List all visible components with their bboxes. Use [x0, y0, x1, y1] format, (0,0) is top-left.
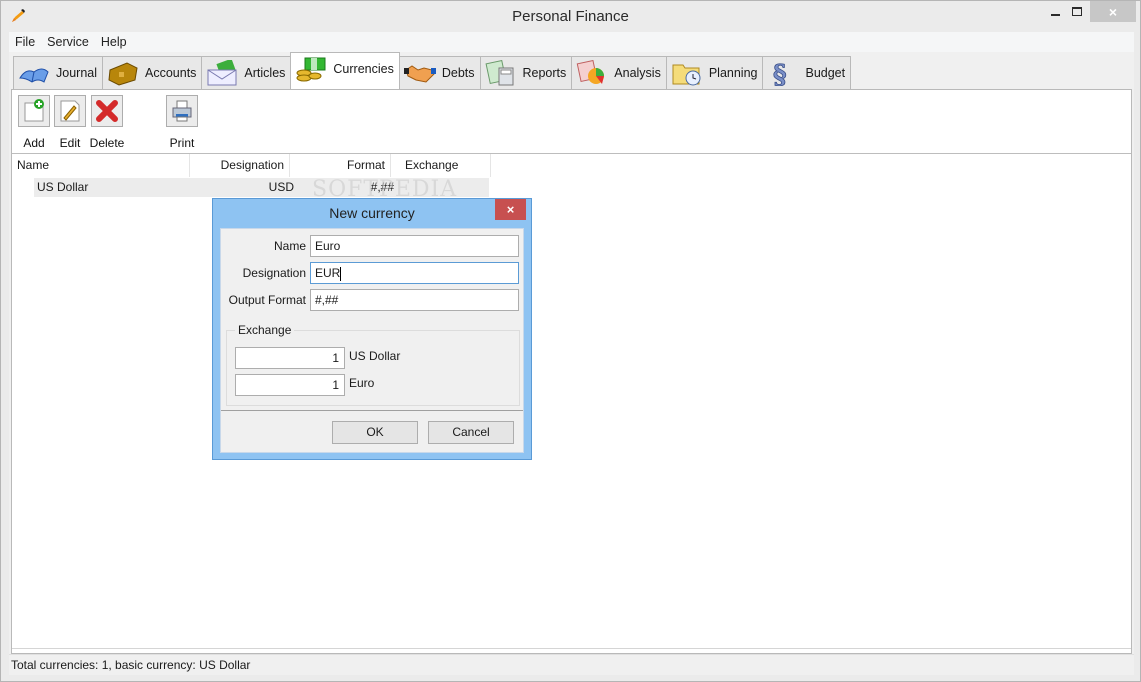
client-area: File Service Help Journal Accounts Artic…	[9, 32, 1134, 675]
tab-currencies[interactable]: Currencies	[290, 52, 400, 89]
exchange-eur-label: Euro	[349, 376, 375, 390]
add-document-icon	[24, 99, 44, 122]
pie-chart-icon	[576, 60, 605, 84]
tab-analysis[interactable]: Analysis	[571, 56, 667, 89]
grid-header: Name Designation Format Exchange rates	[12, 154, 491, 195]
new-currency-dialog: New currency × Name Euro Designation EUR…	[212, 198, 532, 460]
dialog-title: New currency	[329, 205, 415, 221]
cell-format: #,##	[370, 180, 394, 194]
tab-debts[interactable]: Debts	[398, 56, 481, 89]
svg-text:§: §	[773, 60, 787, 86]
exchange-usd-input[interactable]: 1	[235, 347, 345, 369]
menu-file[interactable]: File	[9, 35, 41, 49]
tab-accounts[interactable]: Accounts	[102, 56, 203, 89]
status-bar: Total currencies: 1, basic currency: US …	[9, 654, 1134, 674]
window-title: Personal Finance	[512, 8, 629, 25]
folder-clock-icon	[672, 64, 701, 86]
book-icon	[19, 68, 49, 83]
cell-name: US Dollar	[37, 180, 89, 194]
money-coins-icon	[296, 57, 326, 82]
edit-button[interactable]	[54, 95, 86, 127]
tab-articles[interactable]: Articles	[201, 56, 292, 89]
maximize-button[interactable]	[1060, 1, 1094, 22]
column-header-exchange-rates[interactable]: Exchange rates	[391, 154, 491, 195]
tab-label: Currencies	[333, 62, 394, 76]
app-window: Personal Finance × File Service Help Jou…	[0, 0, 1141, 682]
dialog-body: Name Euro Designation EUR Output Format …	[220, 228, 524, 453]
printer-icon	[172, 100, 192, 122]
tab-label: Debts	[441, 66, 475, 80]
tab-label: Articles	[244, 66, 286, 80]
tab-label: Analysis	[614, 66, 661, 80]
tab-reports[interactable]: Reports	[479, 56, 573, 89]
column-header-designation[interactable]: Designation	[190, 154, 290, 177]
exchange-legend: Exchange	[235, 323, 295, 337]
tab-label: Planning	[708, 66, 758, 80]
text-caret	[340, 266, 342, 281]
add-label: Add	[23, 136, 45, 150]
envelope-money-icon	[207, 60, 237, 86]
calculator-report-icon	[485, 60, 513, 86]
tab-strip: Journal Accounts Articles Currencies Deb…	[13, 52, 852, 89]
close-icon: ×	[506, 202, 515, 217]
tab-label: Accounts	[145, 66, 197, 80]
tab-budget[interactable]: § Budget	[762, 56, 852, 89]
exchange-eur-input[interactable]: 1	[235, 374, 345, 396]
print-label: Print	[169, 136, 195, 150]
print-button[interactable]	[166, 95, 198, 127]
ok-button[interactable]: OK	[332, 421, 418, 444]
delete-label: Delete	[89, 136, 125, 150]
column-header-name[interactable]: Name	[12, 154, 190, 177]
add-button[interactable]	[18, 95, 50, 127]
delete-x-icon	[96, 100, 118, 122]
exchange-usd-label: US Dollar	[349, 349, 401, 363]
tab-label: Budget	[805, 66, 846, 80]
close-icon: ×	[1108, 3, 1118, 20]
menu-service[interactable]: Service	[41, 35, 95, 49]
column-header-format[interactable]: Format	[290, 154, 391, 177]
designation-value: EUR	[315, 266, 341, 280]
name-label: Name	[273, 239, 306, 253]
edit-label: Edit	[59, 136, 81, 150]
currencies-panel: Add Edit Delete Print Name Designation F…	[11, 89, 1132, 654]
name-input[interactable]: Euro	[310, 235, 519, 257]
dialog-close-button[interactable]: ×	[495, 199, 526, 220]
section-sign-icon: §	[773, 60, 787, 86]
designation-input[interactable]: EUR	[310, 262, 519, 284]
minimize-icon	[1050, 13, 1060, 16]
cell-designation: USD	[268, 180, 294, 194]
delete-button[interactable]	[91, 95, 123, 127]
menu-help[interactable]: Help	[95, 35, 133, 49]
title-bar: Personal Finance ×	[1, 1, 1140, 32]
output-format-label: Output Format	[228, 293, 306, 307]
currencies-grid: Name Designation Format Exchange rates U…	[12, 153, 1131, 649]
close-button[interactable]: ×	[1090, 1, 1136, 22]
tab-planning[interactable]: Planning	[665, 56, 764, 89]
edit-pencil-icon	[60, 100, 80, 122]
table-row[interactable]: US Dollar USD #,##	[34, 178, 489, 197]
wallet-icon	[108, 62, 138, 86]
designation-label: Designation	[242, 266, 306, 280]
tab-journal[interactable]: Journal	[13, 56, 103, 89]
maximize-icon	[1072, 7, 1082, 16]
cancel-button[interactable]: Cancel	[428, 421, 514, 444]
tab-label: Journal	[56, 66, 97, 80]
handshake-icon	[403, 65, 436, 83]
output-format-input[interactable]: #,##	[310, 289, 519, 311]
menu-bar: File Service Help	[9, 32, 1134, 52]
tab-label: Reports	[522, 66, 567, 80]
exchange-group: Exchange 1 US Dollar 1 Euro	[226, 323, 520, 406]
dialog-separator	[221, 410, 523, 411]
